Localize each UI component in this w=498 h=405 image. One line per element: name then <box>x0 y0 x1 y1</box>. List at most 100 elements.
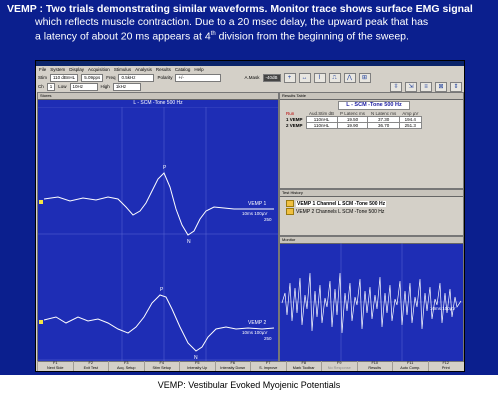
menu-stimulus[interactable]: Stimulus <box>114 67 131 72</box>
fkey-intensity-down[interactable]: F6 Intensity Down <box>214 361 251 371</box>
toolbar-icon-marker[interactable]: ⎍ <box>328 72 341 83</box>
test-history-panel: Test History VEMP 1 Channel L SCM -Tone … <box>279 189 464 236</box>
slide-line-3b: division from the beginning of the sweep… <box>215 30 409 43</box>
fkey-acq-setup[interactable]: F3 Acq. Setup <box>108 361 144 371</box>
toolbar-icon-grid[interactable]: ⊞ <box>358 72 371 83</box>
fkey-label: S. Improve <box>259 365 278 370</box>
channel-select[interactable]: 1 <box>46 82 56 91</box>
amask-label: A.Mask <box>244 75 260 80</box>
history-item[interactable]: VEMP 1 Channel L SCM -Tone 500 Hz <box>286 200 387 207</box>
low-filter-label: Low <box>58 84 67 89</box>
toolbar-icon-expand[interactable]: ↔ <box>298 72 311 83</box>
toolbar-icon-gain[interactable]: ⇕ <box>450 81 462 92</box>
function-key-bar: F1 Next Side F2 Exit Test F3 Acq. Setup F4 S… <box>37 361 463 371</box>
high-filter-select[interactable]: 1kHz <box>112 82 141 91</box>
fkey-label: Next Side <box>47 365 64 370</box>
results-header: Amp µV <box>402 111 419 116</box>
trace2-name: VEMP 2 <box>248 320 266 326</box>
amask-field[interactable]: -40dB <box>262 73 281 82</box>
filter-controls-row: Ch 1 Low 10Hz High 1kHz ⇳ ⇲ ≡ ⊠ ⇕ <box>38 81 462 92</box>
freq-label: Freq <box>106 75 116 80</box>
menu-results[interactable]: Results <box>156 67 171 72</box>
toolbar-icon-wave[interactable]: ⌇ <box>313 72 326 83</box>
history-item-label: VEMP 1 Channel L SCM -Tone 500 Hz <box>296 200 387 207</box>
fkey-label: Mark Toolbar <box>292 365 315 370</box>
stim-intensity-field[interactable]: 110 dBnHL <box>50 73 79 82</box>
results-header: Aud.Stim dB <box>309 111 335 116</box>
table-row[interactable]: 2 VEMP 110nHL 19.90 36.70 251.3 <box>283 122 422 129</box>
channel-label: Ch <box>38 84 44 89</box>
waveform-traces-panel[interactable]: Stores L - SCM -Tone 500 Hz P N VEMP 1 1… <box>37 92 279 362</box>
folder-icon <box>286 200 294 207</box>
folder-icon <box>286 208 294 215</box>
trace2-marker[interactable] <box>39 320 43 324</box>
fkey-auto-comp[interactable]: F11 Auto Comp. <box>392 361 428 371</box>
results-header: P Latenc ms <box>340 111 365 116</box>
menu-display[interactable]: Display <box>69 67 84 72</box>
trace1-n-label: N <box>187 239 191 245</box>
emg-monitor-panel: Monitor 10ms 100µV <box>279 236 464 362</box>
fkey-results[interactable]: F10 Results <box>356 361 393 371</box>
fkey-print[interactable]: F12 Print <box>427 361 464 371</box>
figure-caption: VEMP: Vestibular Evoked Myojenic Potenti… <box>157 380 341 390</box>
fkey-label: Intensity Up <box>187 365 208 370</box>
history-panel-header: Test History <box>280 190 463 197</box>
traces-grid <box>38 107 278 361</box>
results-table: Run Aud.Stim dB P Latenc ms N Latenc ms … <box>283 111 422 129</box>
fkey-stim-setup[interactable]: F4 Stim Setup <box>143 361 180 371</box>
slide-description: VEMP : Two trials demonstrating similar … <box>7 3 495 43</box>
menu-catalog[interactable]: Catalog <box>175 67 191 72</box>
traces-plot[interactable]: P N VEMP 1 10ms 100µV 250 P N VEMP 2 10m… <box>38 107 278 361</box>
trace2-scale-2: 250 <box>264 336 272 341</box>
fkey-label: Results <box>368 365 382 370</box>
freq-select[interactable]: 0.5kHz <box>118 73 155 82</box>
traces-caption: L - SCM -Tone 500 Hz <box>133 100 183 106</box>
results-panel-header: Results Table <box>280 93 463 100</box>
slide-line-1: VEMP : Two trials demonstrating similar … <box>7 3 473 15</box>
fkey-no-response[interactable]: F9 No Response <box>321 361 357 371</box>
trace1-marker[interactable] <box>39 200 43 204</box>
fkey-exit-test[interactable]: F2 Exit Test <box>72 361 109 371</box>
fkey-label: Exit Test <box>83 365 98 370</box>
trace2-scale: 10ms 100µV <box>242 330 267 335</box>
menu-system[interactable]: System <box>50 67 65 72</box>
trace1-name: VEMP 1 <box>248 201 266 207</box>
polarity-select[interactable]: +/- <box>175 73 222 82</box>
monitor-scale: 10ms 100µV <box>430 306 455 311</box>
fkey-s-improve[interactable]: F7 S. Improve <box>250 361 286 371</box>
fkey-mark-toolbar[interactable]: F8 Mark Toolbar <box>285 361 322 371</box>
fkey-label: No Response <box>327 365 351 370</box>
results-cell: 19.90 <box>336 122 369 129</box>
trace1-scale-2: 250 <box>264 217 272 222</box>
menu-file[interactable]: File <box>39 67 46 72</box>
trace1-scale: 10ms 100µV <box>242 211 267 216</box>
toolbar-icon-clear[interactable]: ⊠ <box>435 81 447 92</box>
results-header: N Latenc ms <box>370 111 397 116</box>
toolbar-icon-list[interactable]: ≡ <box>420 81 432 92</box>
slide-line-3a: a latency of about 20 ms appears at 4 <box>35 30 211 43</box>
stim-rate-field[interactable]: 5.09pps <box>81 73 104 82</box>
fkey-next-side[interactable]: F1 Next Side <box>37 361 73 371</box>
high-filter-label: High <box>100 84 110 89</box>
menu-analysis[interactable]: Analysis <box>135 67 152 72</box>
traces-panel-header: Stores <box>38 93 278 100</box>
toolbar-icon-add[interactable]: + <box>283 72 296 83</box>
evoked-potential-app-window: File System Display Acquisition Stimulus… <box>35 60 465 372</box>
results-cell: 251.3 <box>398 122 422 129</box>
results-run: 2 VEMP <box>286 123 303 128</box>
low-filter-select[interactable]: 10Hz <box>69 82 98 91</box>
history-item[interactable]: VEMP 2 Channels L SCM -Tone 500 Hz <box>286 208 384 215</box>
slide-line-2: which reflects muscle contraction. Due t… <box>35 15 429 28</box>
fkey-label: Auto Comp. <box>400 365 421 370</box>
menu-acquisition[interactable]: Acquisition <box>88 67 110 72</box>
toolbar-icon-scale[interactable]: ⇳ <box>390 81 402 92</box>
menu-help[interactable]: Help <box>194 67 203 72</box>
toolbar-icon-peak[interactable]: ⋀ <box>343 72 356 83</box>
fkey-intensity-up[interactable]: F5 Intensity Up <box>179 361 215 371</box>
toolbar-icon-zoom[interactable]: ⇲ <box>405 81 417 92</box>
emg-signal <box>281 272 462 334</box>
polarity-label: Polarity <box>157 75 173 80</box>
results-cell: 36.70 <box>367 122 400 129</box>
presentation-slide: VEMP : Two trials demonstrating similar … <box>0 0 498 375</box>
results-cell: 110nHL <box>305 122 338 129</box>
